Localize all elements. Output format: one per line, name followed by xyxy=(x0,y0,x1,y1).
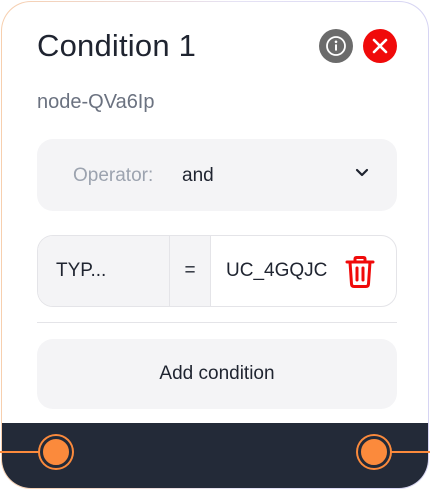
condition-value[interactable]: UC_4GQJC xyxy=(226,236,327,306)
condition-field[interactable]: TYP... xyxy=(38,236,170,306)
condition-node-card: Condition 1 node-QVa6Ip Operator: and TY… xyxy=(1,1,429,489)
output-handle[interactable] xyxy=(358,436,390,468)
trash-icon xyxy=(345,256,375,288)
input-edge xyxy=(0,451,45,453)
info-icon xyxy=(326,36,346,56)
output-edge xyxy=(390,451,430,453)
divider xyxy=(37,322,397,323)
chevron-down-icon xyxy=(355,168,369,177)
operator-value: and xyxy=(182,165,214,186)
close-button[interactable] xyxy=(363,29,397,63)
condition-row: TYP... = UC_4GQJC xyxy=(37,235,397,307)
info-button[interactable] xyxy=(319,29,353,63)
input-handle[interactable] xyxy=(40,436,72,468)
condition-operator[interactable]: = xyxy=(170,236,211,306)
operator-select[interactable]: Operator: and xyxy=(37,139,397,211)
delete-condition-button[interactable] xyxy=(344,255,376,289)
add-condition-button[interactable]: Add condition xyxy=(37,339,397,409)
node-id: node-QVa6Ip xyxy=(37,91,155,113)
node-title: Condition 1 xyxy=(37,28,197,63)
close-icon xyxy=(372,38,388,54)
operator-label: Operator: xyxy=(73,165,154,186)
